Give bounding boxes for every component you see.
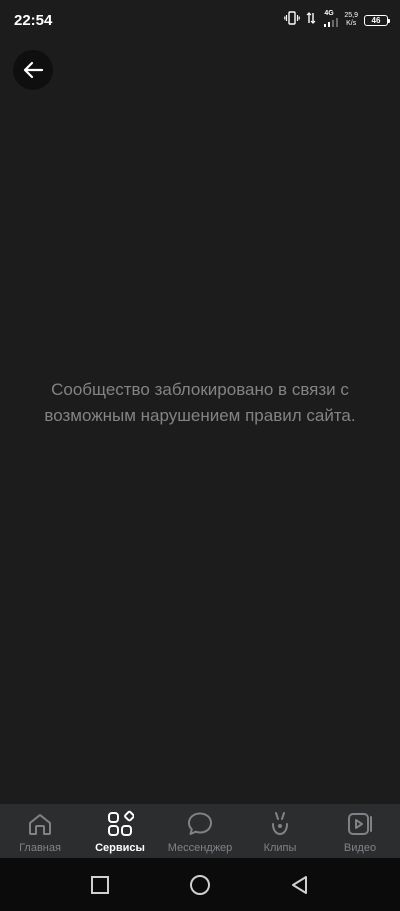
home-circle-icon [190,874,210,895]
tab-messenger[interactable]: Мессенджер [160,804,240,858]
tab-label: Главная [19,842,61,854]
status-time: 22:54 [14,11,53,29]
blocked-message: Сообщество заблокировано в связи с возмо… [44,380,356,425]
tab-bar: Главная Сервисы Мессенджер Клипы Видео [0,804,400,858]
tab-home[interactable]: Главная [0,804,80,858]
clips-icon [272,812,288,836]
status-icons: 4G 25,9 K/s 46 [284,10,390,30]
tab-services[interactable]: Сервисы [80,804,160,858]
battery-level: 46 [371,15,381,25]
messenger-icon [188,812,212,835]
recents-icon [91,875,109,894]
net-speed: 25,9 K/s [344,12,358,27]
tab-label: Сервисы [95,842,145,854]
home-system-button[interactable] [180,865,220,905]
tab-video[interactable]: Видео [320,804,400,858]
battery-icon: 46 [364,14,390,26]
status-bar: 22:54 4G 25,9 K/s 46 [0,0,400,40]
recents-button[interactable] [80,865,120,905]
back-system-button[interactable] [280,865,320,905]
services-icon [108,810,134,836]
back-triangle-icon [292,875,307,894]
home-icon [29,814,51,835]
data-transfer-icon [306,11,316,30]
tab-label: Видео [343,842,377,854]
tab-label: Клипы [263,842,297,854]
arrow-left-icon [23,61,44,79]
signal-icon: 4G [322,10,339,28]
tab-label: Мессенджер [167,842,233,854]
video-icon [348,813,372,835]
back-button[interactable] [13,50,53,90]
vibrate-icon [284,10,301,30]
tab-clips[interactable]: Клипы [240,804,320,858]
system-nav-bar [0,858,400,911]
